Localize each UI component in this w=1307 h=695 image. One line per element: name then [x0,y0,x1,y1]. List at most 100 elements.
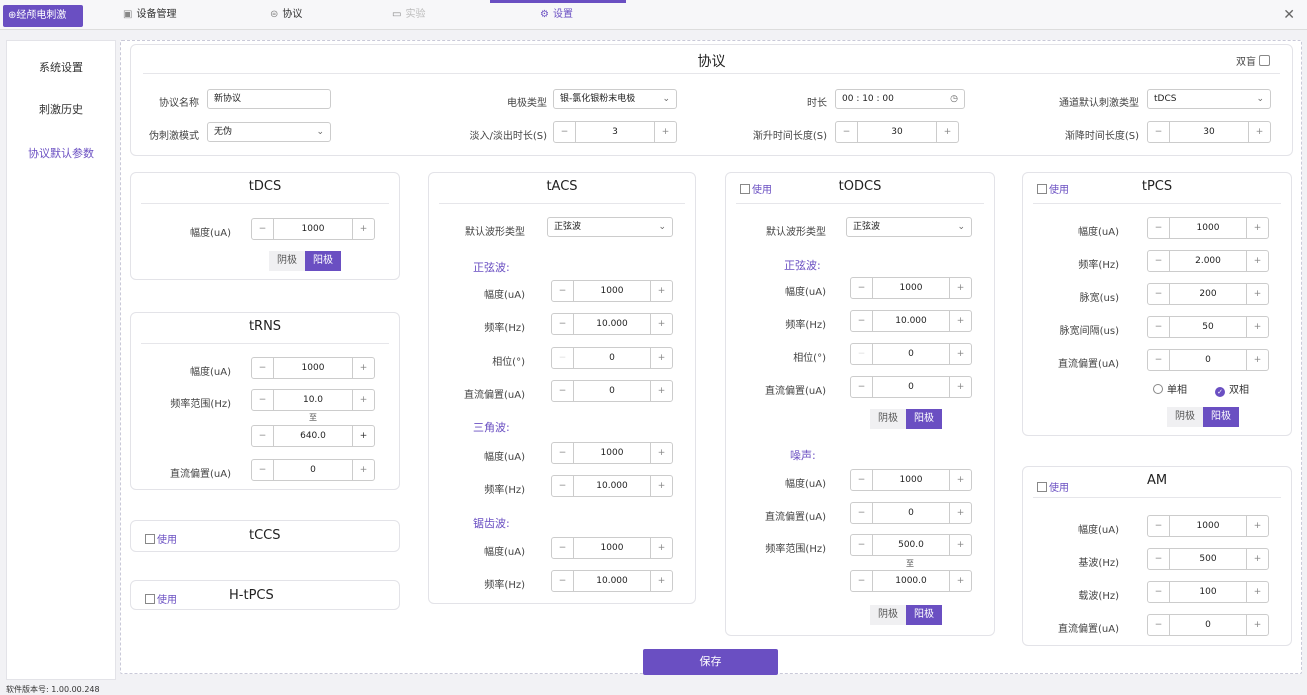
increment-button[interactable]: + [949,470,971,490]
anode-option[interactable]: 阳极 [1203,407,1239,427]
increment-button[interactable]: + [650,538,672,558]
decrement-button[interactable]: − [1148,549,1170,569]
decrement-button[interactable]: − [552,348,574,368]
tacs-tri-amp-value[interactable]: 1000 [574,443,650,463]
increment-button[interactable]: + [949,311,971,331]
tacs-sine-phase-value[interactable]: 0 [574,348,650,368]
decrement-button[interactable]: − [552,443,574,463]
tacs-sine-dc-stepper[interactable]: −0 + [551,380,673,402]
increment-button[interactable]: + [949,344,971,364]
cathode-option[interactable]: 阴极 [870,605,906,625]
fade-duration-stepper[interactable]: −3 + [553,121,677,143]
todcs-sine-phase-stepper[interactable]: −0 + [850,343,972,365]
decrement-button[interactable]: − [836,122,858,142]
tacs-tri-freq-stepper[interactable]: −10.000 + [551,475,673,497]
trns-freq-max-value[interactable]: 640.0 [274,426,352,446]
tdcs-polarity-toggle[interactable]: 阴极 阳极 [269,251,341,271]
decrement-button[interactable]: − [1148,317,1170,337]
tacs-saw-freq-stepper[interactable]: −10.000 + [551,570,673,592]
increment-button[interactable]: + [650,281,672,301]
todcs-noise-dc-value[interactable]: 0 [873,503,949,523]
decrement-button[interactable]: − [1148,251,1170,271]
increment-button[interactable]: + [654,122,676,142]
todcs-sine-phase-value[interactable]: 0 [873,344,949,364]
tpcs-polarity-toggle[interactable]: 阴极 阳极 [1167,407,1239,427]
tpcs-amp-value[interactable]: 1000 [1170,218,1246,238]
todcs-noise-amp-value[interactable]: 1000 [873,470,949,490]
increment-button[interactable]: + [650,381,672,401]
sham-mode-select[interactable]: 无伪 ⌄ [207,122,331,142]
channel-default-type-select[interactable]: tDCS ⌄ [1147,89,1271,109]
decrement-button[interactable]: − [851,344,873,364]
electrode-type-select[interactable]: 银-氯化银粉末电极 ⌄ [553,89,677,109]
duration-input[interactable]: 00 : 10 : 00 ◷ [835,89,965,109]
increment-button[interactable]: + [352,219,374,239]
decrement-button[interactable]: − [851,571,873,591]
tccs-use-checkbox[interactable]: 使用 [145,531,177,546]
todcs-wave-type-select[interactable]: 正弦波 ⌄ [846,217,972,237]
rise-time-stepper[interactable]: −30 + [835,121,959,143]
decrement-button[interactable]: − [851,278,873,298]
tacs-sine-dc-value[interactable]: 0 [574,381,650,401]
trns-freq-min-value[interactable]: 10.0 [274,390,352,410]
decrement-button[interactable]: − [1148,582,1170,602]
tpcs-dc-value[interactable]: 0 [1170,350,1246,370]
increment-button[interactable]: + [1246,218,1268,238]
decrement-button[interactable]: − [1148,516,1170,536]
am-base-stepper[interactable]: −500 + [1147,548,1269,570]
app-brand[interactable]: ⊕经颅电刺激 [3,5,83,27]
increment-button[interactable]: + [949,503,971,523]
decrement-button[interactable]: − [252,358,274,378]
increment-button[interactable]: + [949,377,971,397]
todcs-sine-dc-value[interactable]: 0 [873,377,949,397]
decrement-button[interactable]: − [252,426,274,446]
tpcs-amp-stepper[interactable]: −1000 + [1147,217,1269,239]
close-icon[interactable]: ✕ [1283,7,1295,23]
tab-settings[interactable]: ⚙ 设置 [540,0,573,30]
tdcs-amp-stepper[interactable]: −1000 + [251,218,375,240]
trns-freq-min-stepper[interactable]: −10.0 + [251,389,375,411]
save-button[interactable]: 保存 [643,649,778,675]
increment-button[interactable]: + [949,571,971,591]
tacs-wave-type-select[interactable]: 正弦波 ⌄ [547,217,673,237]
decrement-button[interactable]: − [1148,350,1170,370]
increment-button[interactable]: + [352,358,374,378]
am-base-value[interactable]: 500 [1170,549,1246,569]
cathode-option[interactable]: 阴极 [870,409,906,429]
fade-duration-value[interactable]: 3 [576,122,654,142]
todcs-range-max-value[interactable]: 1000.0 [873,571,949,591]
rise-time-value[interactable]: 30 [858,122,936,142]
increment-button[interactable]: + [650,314,672,334]
decrement-button[interactable]: − [252,460,274,480]
increment-button[interactable]: + [650,443,672,463]
decrement-button[interactable]: − [851,503,873,523]
am-dc-stepper[interactable]: −0 + [1147,614,1269,636]
tacs-tri-amp-stepper[interactable]: −1000 + [551,442,673,464]
decrement-button[interactable]: − [552,538,574,558]
trns-amp-value[interactable]: 1000 [274,358,352,378]
decrement-button[interactable]: − [552,381,574,401]
tacs-sine-amp-value[interactable]: 1000 [574,281,650,301]
tpcs-pulse-gap-value[interactable]: 50 [1170,317,1246,337]
cathode-option[interactable]: 阴极 [1167,407,1203,427]
am-amp-value[interactable]: 1000 [1170,516,1246,536]
todcs-range-min-stepper[interactable]: −500.0 + [850,534,972,556]
increment-button[interactable]: + [1246,251,1268,271]
todcs-sine-dc-stepper[interactable]: −0 + [850,376,972,398]
increment-button[interactable]: + [1246,516,1268,536]
increment-button[interactable]: + [650,348,672,368]
tpcs-freq-stepper[interactable]: −2.000 + [1147,250,1269,272]
increment-button[interactable]: + [352,426,374,446]
todcs-sine-freq-stepper[interactable]: −10.000 + [850,310,972,332]
increment-button[interactable]: + [352,390,374,410]
tpcs-pulse-gap-stepper[interactable]: −50 + [1147,316,1269,338]
decrement-button[interactable]: − [552,314,574,334]
decrement-button[interactable]: − [1148,615,1170,635]
todcs-range-min-value[interactable]: 500.0 [873,535,949,555]
htpcs-use-checkbox[interactable]: 使用 [145,591,177,606]
decrement-button[interactable]: − [851,311,873,331]
increment-button[interactable]: + [1248,122,1270,142]
tacs-saw-amp-stepper[interactable]: −1000 + [551,537,673,559]
increment-button[interactable]: + [936,122,958,142]
increment-button[interactable]: + [650,571,672,591]
